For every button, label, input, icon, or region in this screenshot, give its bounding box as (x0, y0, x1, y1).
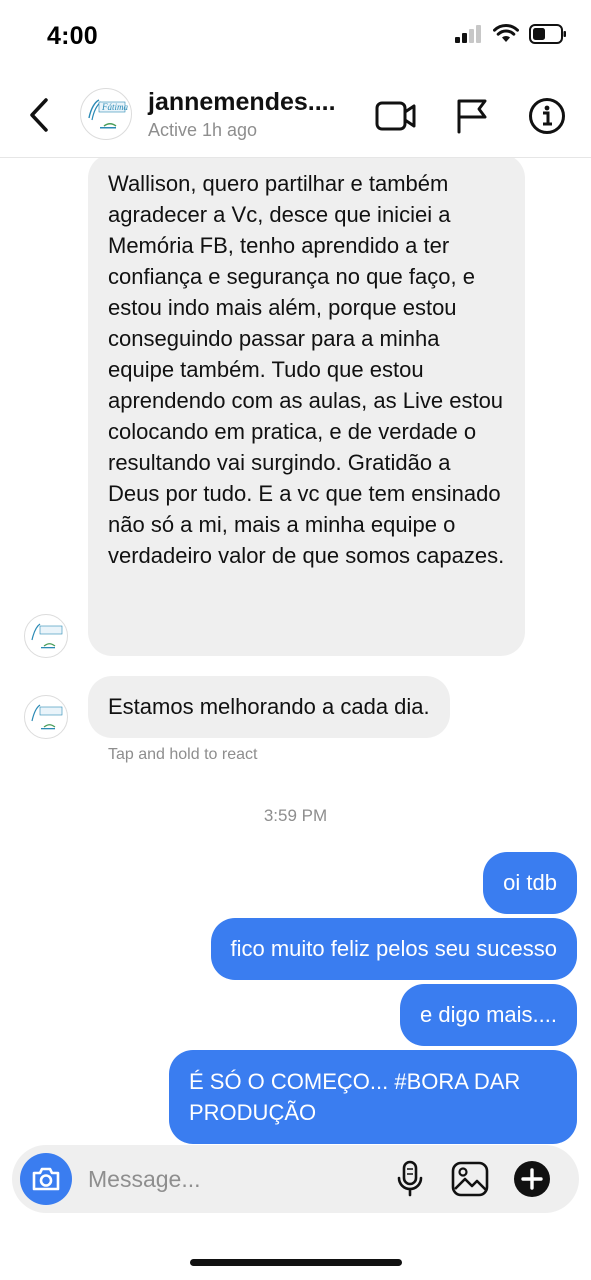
battery-icon (529, 24, 566, 44)
home-indicator[interactable] (190, 1259, 402, 1266)
microphone-icon (397, 1160, 423, 1197)
gallery-button[interactable] (450, 1159, 490, 1199)
sent-message-text: oi tdb (503, 870, 557, 895)
sender-avatar[interactable] (24, 614, 68, 658)
received-message-bubble[interactable]: Estamos melhorando a cada dia. (88, 676, 450, 738)
status-icons (455, 24, 567, 44)
camera-icon (32, 1167, 60, 1191)
video-call-icon (375, 101, 416, 131)
message-input[interactable] (88, 1163, 378, 1195)
received-message-bubble[interactable]: Wallison, quero partilhar e também agrad… (88, 158, 525, 656)
sent-message-bubble[interactable]: É SÓ O COMEÇO... #BORA DAR PRODUÇÃO (169, 1050, 577, 1144)
plus-icon (514, 1161, 550, 1197)
back-button[interactable] (22, 92, 56, 138)
flag-icon (457, 99, 487, 134)
wifi-icon (493, 24, 519, 42)
status-bar: 4:00 (0, 0, 591, 72)
message-composer (12, 1145, 579, 1213)
conversation-header: Fátima jannemendes.... Active 1h ago (0, 72, 591, 158)
tap-hold-hint: Tap and hold to react (108, 746, 258, 763)
contact-name[interactable]: jannemendes.... (148, 88, 336, 117)
sender-avatar[interactable] (24, 695, 68, 739)
profile-logo-icon (31, 704, 63, 730)
sent-message-text: É SÓ O COMEÇO... #BORA DAR PRODUÇÃO (189, 1069, 521, 1125)
message-list[interactable]: Wallison, quero partilhar e também agrad… (0, 158, 591, 1148)
status-time: 4:00 (47, 22, 98, 50)
gallery-icon (451, 1161, 489, 1197)
message-timestamp: 3:59 PM (263, 806, 328, 825)
profile-logo-icon (31, 623, 63, 649)
camera-button[interactable] (20, 1153, 72, 1205)
sent-message-bubble[interactable]: oi tdb (483, 852, 577, 914)
profile-logo-icon (88, 99, 126, 129)
back-icon (30, 98, 48, 132)
video-call-button[interactable] (374, 94, 418, 138)
more-options-button[interactable] (512, 1159, 552, 1199)
report-button[interactable] (450, 94, 494, 138)
avatar-logo-text: Fátima (102, 102, 128, 112)
sent-message-bubble[interactable]: e digo mais.... (400, 984, 577, 1046)
info-button[interactable] (525, 94, 569, 138)
info-icon (529, 98, 565, 134)
sent-message-text: fico muito feliz pelos seu sucesso (230, 936, 558, 961)
active-status: Active 1h ago (148, 120, 258, 140)
sent-message-text: e digo mais.... (420, 1002, 557, 1027)
avatar[interactable]: Fátima (80, 88, 132, 140)
received-message-text: Estamos melhorando a cada dia. (108, 694, 430, 719)
received-message-text: Wallison, quero partilhar e também agrad… (108, 171, 505, 568)
voice-message-button[interactable] (390, 1159, 430, 1199)
cellular-signal-icon (455, 25, 481, 43)
sent-message-bubble[interactable]: fico muito feliz pelos seu sucesso (210, 918, 577, 980)
